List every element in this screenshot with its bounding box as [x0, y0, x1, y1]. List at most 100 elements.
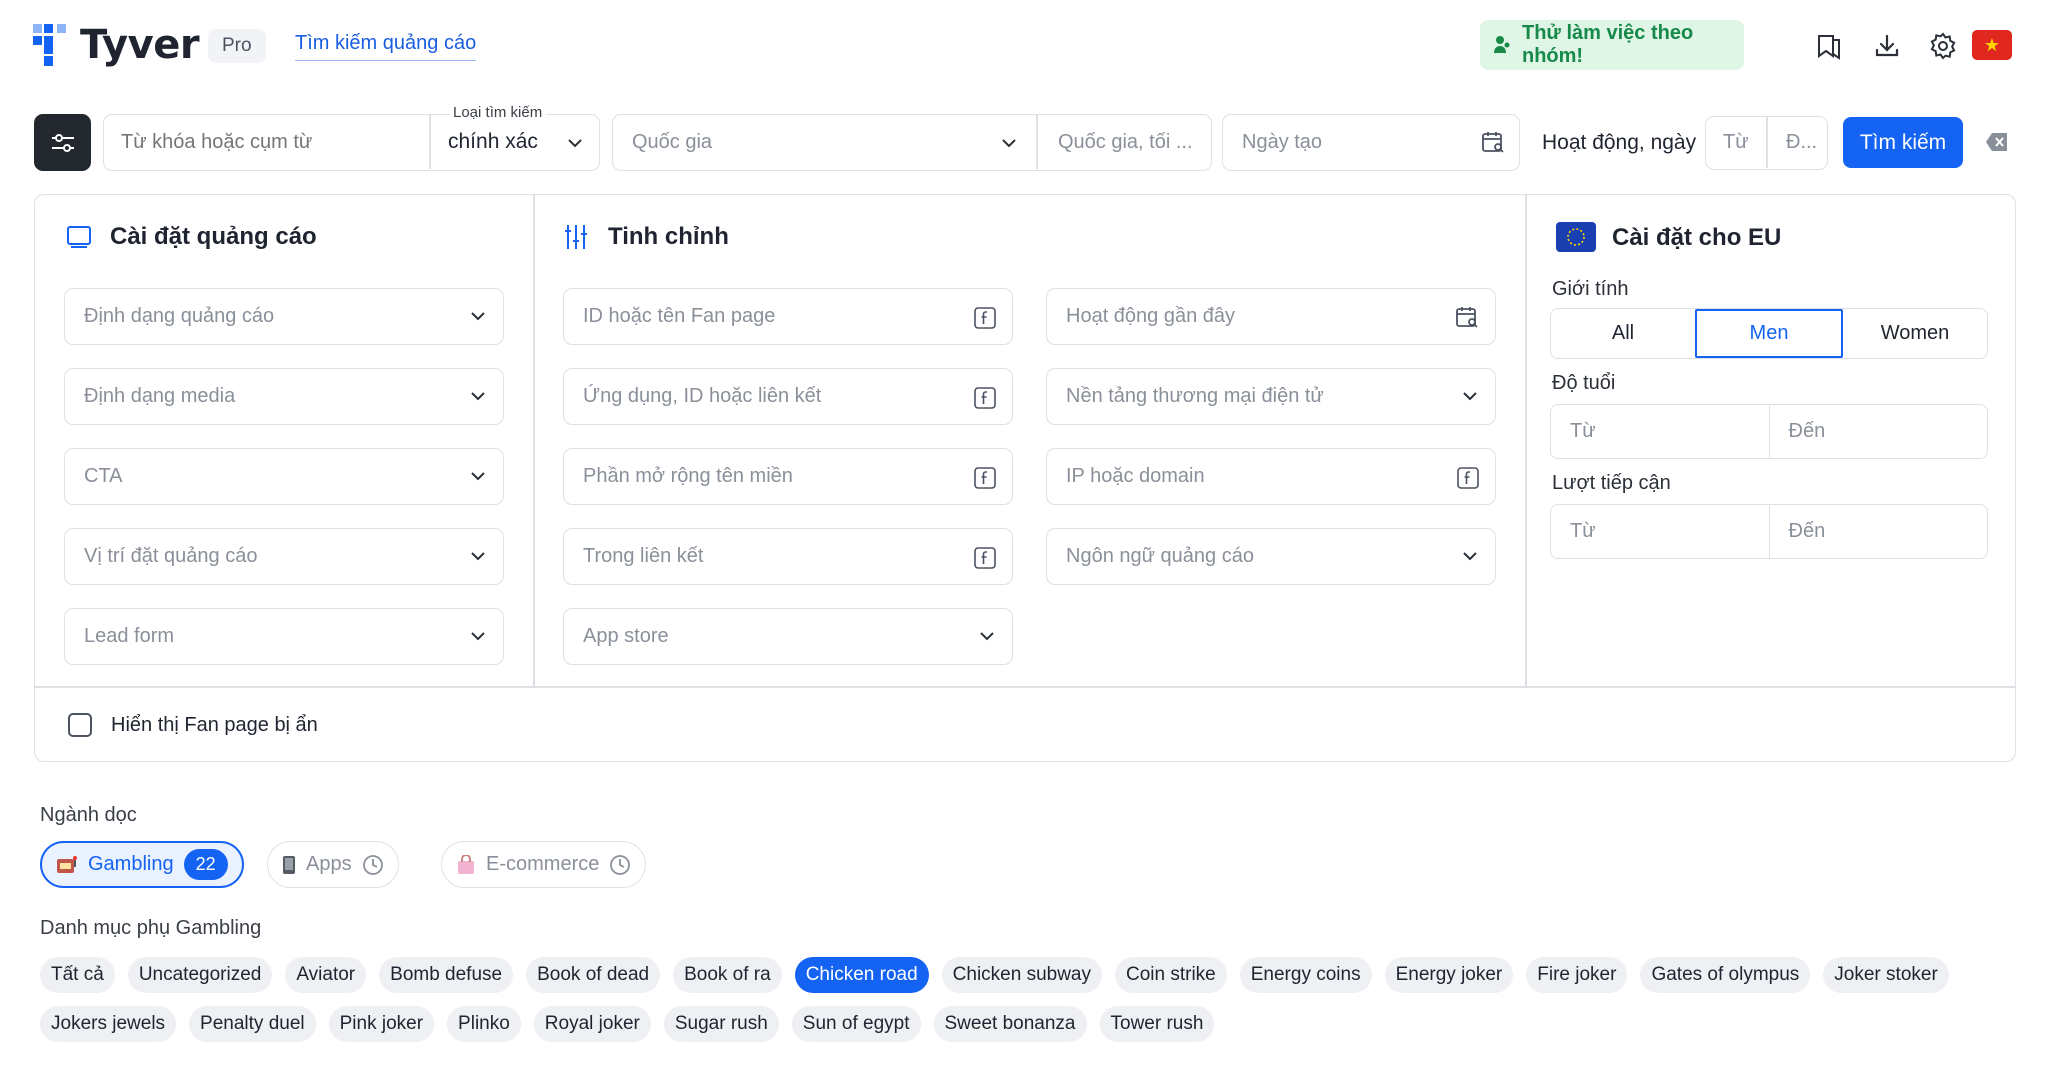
keyword-input[interactable] — [121, 129, 416, 155]
ad-language-select[interactable]: Ngôn ngữ quảng cáo — [1046, 528, 1496, 585]
nav-ad-search-link[interactable]: Tìm kiếm quảng cáo — [295, 32, 477, 61]
chevron-down-icon — [469, 627, 487, 645]
bookmark-icon[interactable] — [1811, 28, 1847, 64]
subcategory-tag[interactable]: Energy joker — [1384, 957, 1514, 993]
chevron-down-icon — [1461, 387, 1479, 405]
subcategory-tag[interactable]: Penalty duel — [189, 1006, 316, 1042]
hidden-fanpage-checkbox[interactable] — [68, 713, 92, 737]
vertical-chip-ecommerce[interactable]: E-commerce — [441, 841, 647, 888]
clear-icon[interactable] — [1985, 132, 2009, 152]
hidden-fanpage-label: Hiển thị Fan page bị ẩn — [111, 714, 318, 736]
verticals-label: Ngành dọc — [40, 804, 137, 826]
chevron-down-icon[interactable] — [1000, 134, 1018, 152]
subcategory-tag[interactable]: Royal joker — [533, 1006, 651, 1042]
divider — [1766, 117, 1768, 168]
ecommerce-platform-select[interactable]: Nền tảng thương mại điện tử — [1046, 368, 1496, 425]
search-type-select[interactable]: chính xác — [448, 130, 538, 154]
download-icon[interactable] — [1869, 28, 1905, 64]
divider — [533, 194, 535, 686]
team-trial-label: Thử làm việc theo nhóm! — [1522, 22, 1694, 67]
activity-to-input[interactable]: Đ... — [1786, 131, 1817, 154]
vietnam-flag-icon[interactable]: ★ — [1972, 30, 2012, 60]
facebook-icon — [974, 547, 996, 569]
chevron-down-icon — [469, 467, 487, 485]
subcategory-tag[interactable]: Fire joker — [1526, 957, 1628, 993]
age-from-input[interactable]: Từ — [1551, 405, 1770, 458]
country-max-select[interactable]: Quốc gia, tối ... — [1058, 131, 1193, 154]
ecommerce-platform-placeholder: Nền tảng thương mại điện tử — [1066, 385, 1324, 407]
gender-option-women[interactable]: Women — [1843, 309, 1987, 358]
reach-to-input[interactable]: Đến — [1770, 505, 1988, 558]
placement-placeholder: Vị trí đặt quảng cáo — [84, 545, 258, 567]
divider — [429, 115, 431, 169]
facebook-icon — [974, 387, 996, 409]
media-format-select[interactable]: Định dạng media — [64, 368, 504, 425]
subcategory-tag[interactable]: Aviator — [285, 957, 367, 993]
vertical-chip-label: Gambling — [88, 853, 174, 875]
subcategory-tag[interactable]: Pink joker — [328, 1006, 435, 1042]
country-select-group: Quốc gia Quốc gia, tối ... — [612, 114, 1212, 171]
gender-label: Giới tính — [1552, 278, 1629, 300]
ad-format-select[interactable]: Định dạng quảng cáo — [64, 288, 504, 345]
team-trial-button[interactable]: Thử làm việc theo nhóm! — [1480, 20, 1744, 70]
chevron-down-icon[interactable] — [566, 134, 584, 152]
created-date-placeholder: Ngày tạo — [1242, 131, 1323, 153]
fanpage-placeholder: ID hoặc tên Fan page — [583, 305, 776, 327]
gear-icon[interactable] — [1925, 28, 1961, 64]
subcategory-tag[interactable]: Plinko — [447, 1006, 521, 1042]
search-type-label: Loại tìm kiếm — [449, 104, 547, 121]
phone-icon — [282, 855, 296, 875]
subcategory-tag[interactable]: Sun of egypt — [791, 1006, 921, 1042]
subcategory-tag[interactable]: Tất cả — [40, 957, 115, 993]
vertical-chip-gambling[interactable]: Gambling 22 — [40, 841, 244, 888]
recent-activity-input[interactable]: Hoạt động gần đây — [1046, 288, 1496, 345]
subcategory-tag[interactable]: Joker stoker — [1823, 957, 1949, 993]
clock-icon — [362, 854, 384, 876]
subcategory-tag[interactable]: Chicken subway — [941, 957, 1102, 993]
subcategory-tag[interactable]: Uncategorized — [127, 957, 273, 993]
subcategory-tag[interactable]: Book of ra — [673, 957, 782, 993]
subcategory-tag[interactable]: Jokers jewels — [40, 1006, 177, 1042]
in-link-input[interactable]: Trong liên kết — [563, 528, 1013, 585]
subcategory-tag[interactable]: Tower rush — [1099, 1006, 1215, 1042]
logo-mark — [33, 24, 69, 66]
age-to-input[interactable]: Đến — [1770, 405, 1988, 458]
filter-toggle-button[interactable] — [34, 114, 91, 171]
vertical-chip-apps[interactable]: Apps — [267, 841, 399, 888]
ad-format-placeholder: Định dạng quảng cáo — [84, 305, 275, 327]
subcategory-tag[interactable]: Sweet bonanza — [933, 1006, 1087, 1042]
in-link-placeholder: Trong liên kết — [583, 545, 704, 567]
fanpage-input[interactable]: ID hoặc tên Fan page — [563, 288, 1013, 345]
app-id-input[interactable]: Ứng dụng, ID hoặc liên kết — [563, 368, 1013, 425]
subcategory-tag[interactable]: Book of dead — [526, 957, 661, 993]
activity-range: Từ Đ... — [1705, 116, 1828, 170]
activity-from-input[interactable]: Từ — [1723, 131, 1749, 154]
tuning-icon — [564, 223, 588, 251]
subcategory-tag[interactable]: Gates of olympus — [1640, 957, 1811, 993]
ip-domain-input[interactable]: IP hoặc domain — [1046, 448, 1496, 505]
subcategory-tag[interactable]: Coin strike — [1115, 957, 1227, 993]
age-range: Từ Đến — [1550, 404, 1988, 459]
gender-option-all[interactable]: All — [1551, 309, 1695, 358]
subcategory-tag[interactable]: Chicken road — [794, 957, 929, 993]
reach-from-input[interactable]: Từ — [1551, 505, 1770, 558]
app-store-select[interactable]: App store — [563, 608, 1013, 665]
domain-extension-input[interactable]: Phần mở rộng tên miền — [563, 448, 1013, 505]
country-select[interactable]: Quốc gia — [632, 131, 712, 154]
subcategory-tag[interactable]: Energy coins — [1239, 957, 1372, 993]
media-format-placeholder: Định dạng media — [84, 385, 236, 407]
subcategory-tag[interactable]: Sugar rush — [663, 1006, 779, 1042]
recent-activity-placeholder: Hoạt động gần đây — [1066, 305, 1236, 327]
created-date-input[interactable]: Ngày tạo — [1222, 114, 1520, 171]
lead-form-select[interactable]: Lead form — [64, 608, 504, 665]
search-button[interactable]: Tìm kiếm — [1843, 117, 1963, 168]
cta-select[interactable]: CTA — [64, 448, 504, 505]
placement-select[interactable]: Vị trí đặt quảng cáo — [64, 528, 504, 585]
activity-date-label: Hoạt động, ngày — [1542, 131, 1697, 154]
ad-language-placeholder: Ngôn ngữ quảng cáo — [1066, 545, 1254, 567]
facebook-icon — [1457, 467, 1479, 489]
subcategories-label: Danh mục phụ Gambling — [40, 917, 262, 939]
subcategory-tag[interactable]: Bomb defuse — [379, 957, 514, 993]
gender-option-men[interactable]: Men — [1695, 309, 1843, 358]
plan-badge: Pro — [208, 29, 266, 63]
